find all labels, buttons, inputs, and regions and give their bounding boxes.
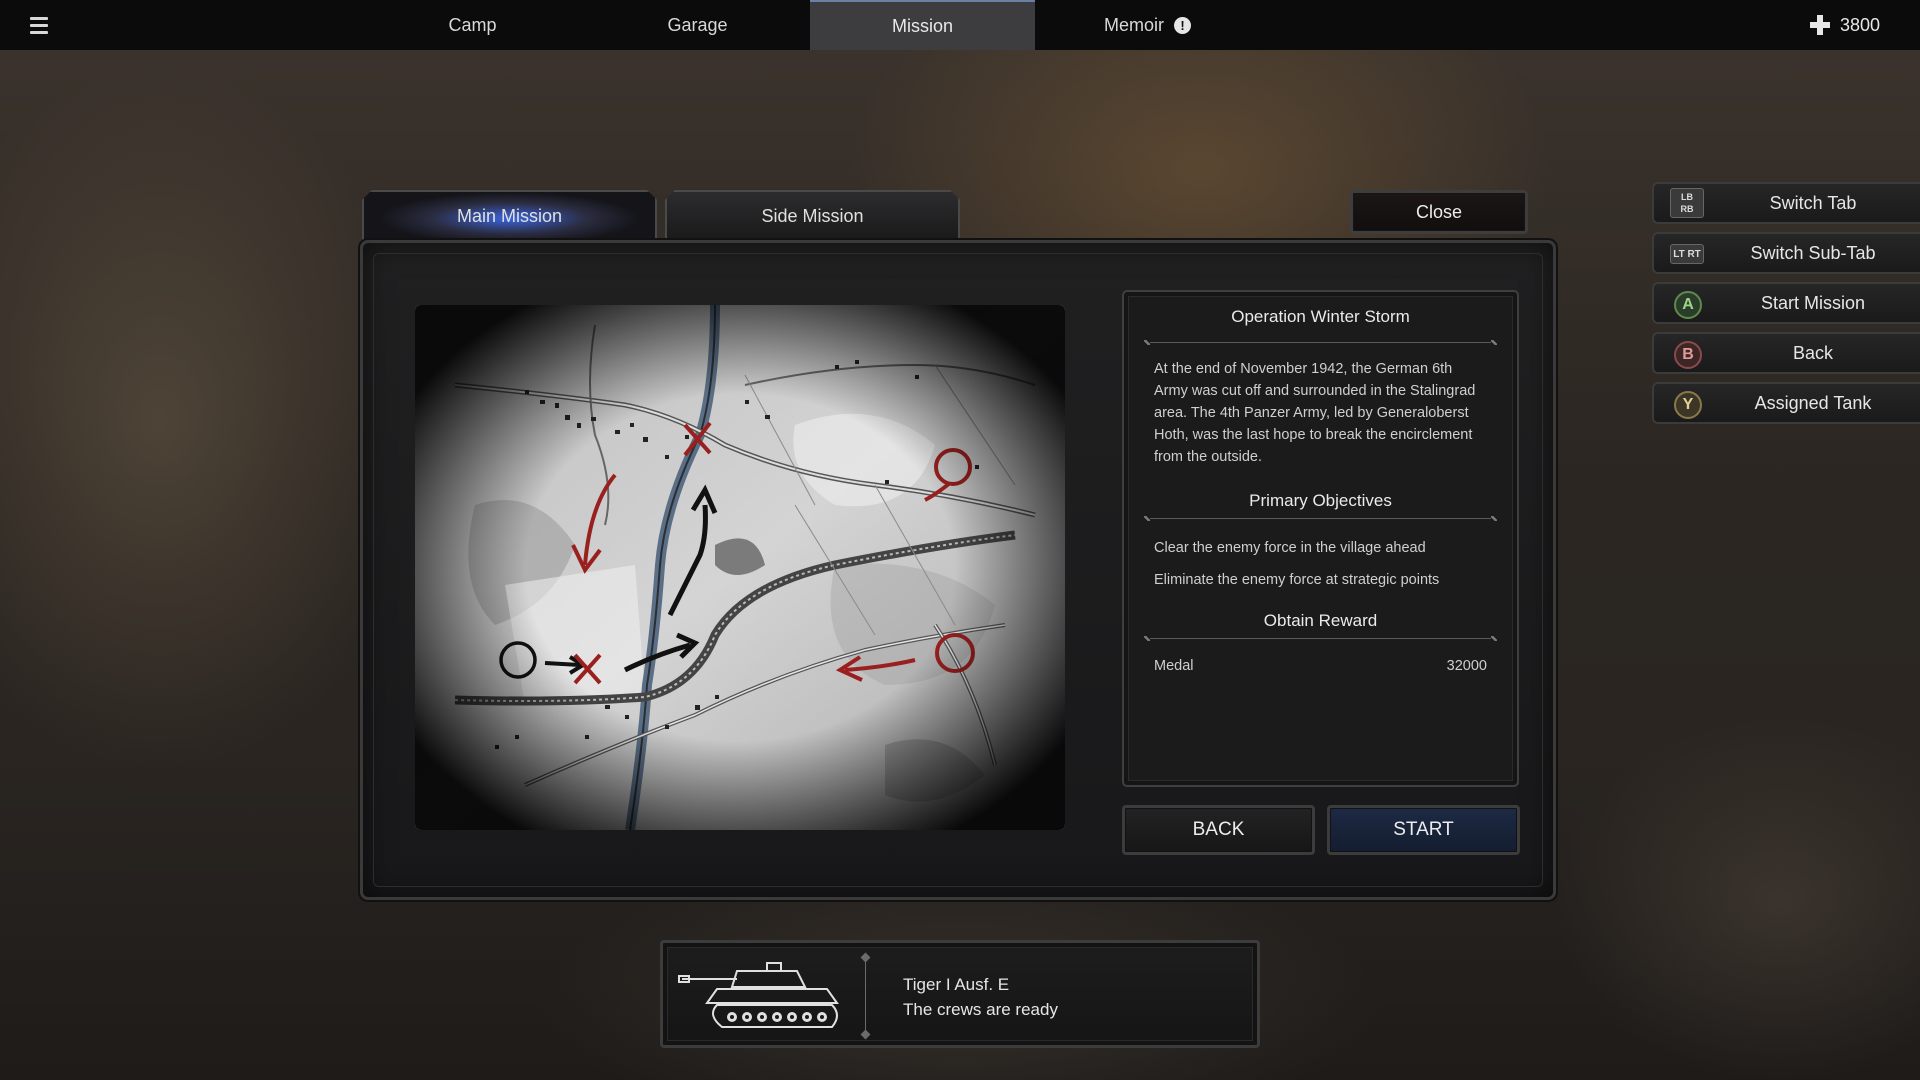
control-switch-sub-tab-label: Switch Sub-Tab xyxy=(1750,242,1876,263)
tab-side-mission-label: Side Mission xyxy=(761,205,864,226)
tiger-tank-icon xyxy=(678,962,839,1028)
objective-item: Clear the enemy force in the village ahe… xyxy=(1154,540,1426,556)
lt-rt-button-icon: LT RT xyxy=(1670,244,1704,264)
objective-item: Eliminate the enemy force at strategic p… xyxy=(1154,572,1440,588)
control-back[interactable]: B Back xyxy=(1652,332,1920,374)
close-button[interactable]: Close xyxy=(1350,190,1528,234)
tab-mission[interactable]: Mission xyxy=(810,0,1035,50)
start-button[interactable]: START xyxy=(1327,805,1520,855)
mission-info-box: Operation Winter Storm At the end of Nov… xyxy=(1122,290,1519,787)
back-button[interactable]: BACK xyxy=(1122,805,1315,855)
tab-main-mission-label: Main Mission xyxy=(456,205,563,226)
currency-value: 3800 xyxy=(1839,14,1880,35)
mission-map xyxy=(415,305,1065,830)
tab-garage-label: Garage xyxy=(667,14,728,35)
b-button-icon: B xyxy=(1674,341,1702,369)
tab-camp[interactable]: Camp xyxy=(360,0,585,50)
exclamation-icon: ! xyxy=(1174,16,1191,34)
control-switch-tab[interactable]: LB RB Switch Tab xyxy=(1652,182,1920,224)
control-assigned-tank-label: Assigned Tank xyxy=(1754,392,1872,413)
tank-divider xyxy=(865,957,866,1035)
start-button-label: START xyxy=(1393,819,1454,840)
control-start-mission-label: Start Mission xyxy=(1760,292,1866,313)
a-button-icon: A xyxy=(1674,291,1702,319)
tab-memoir-label: Memoir xyxy=(1103,14,1164,35)
mission-title: Operation Winter Storm xyxy=(1231,307,1410,326)
divider xyxy=(1144,634,1497,644)
currency-display: 3800 xyxy=(1809,0,1880,50)
assigned-tank-panel[interactable]: Tiger I Ausf. E The crews are ready xyxy=(660,940,1260,1048)
hamburger-menu-icon[interactable] xyxy=(30,12,56,38)
tank-status: The crews are ready xyxy=(903,1000,1058,1019)
reward-label: Medal xyxy=(1154,658,1194,674)
tank-name: Tiger I Ausf. E xyxy=(903,975,1010,994)
divider xyxy=(1144,338,1497,348)
tab-mission-label: Mission xyxy=(891,15,953,36)
reward-value: 32000 xyxy=(1446,658,1487,674)
main-tabs: Camp Garage Mission Memoir ! xyxy=(360,0,1260,50)
objectives-heading: Primary Objectives xyxy=(1249,491,1392,510)
control-back-label: Back xyxy=(1792,342,1834,363)
tab-side-mission[interactable]: Side Mission xyxy=(665,190,960,240)
tab-main-mission[interactable]: Main Mission xyxy=(362,190,657,240)
y-button-icon: Y xyxy=(1674,391,1702,419)
mission-map-image xyxy=(415,305,1065,830)
control-switch-tab-label: Switch Tab xyxy=(1769,192,1857,213)
iron-cross-icon xyxy=(1809,15,1830,35)
tab-camp-label: Camp xyxy=(448,14,497,35)
control-assigned-tank[interactable]: Y Assigned Tank xyxy=(1652,382,1920,424)
top-nav-bar: Camp Garage Mission Memoir ! 3800 xyxy=(0,0,1920,50)
control-switch-sub-tab[interactable]: LT RT Switch Sub-Tab xyxy=(1652,232,1920,274)
tab-garage[interactable]: Garage xyxy=(585,0,810,50)
control-start-mission[interactable]: A Start Mission xyxy=(1652,282,1920,324)
close-button-label: Close xyxy=(1415,201,1463,222)
reward-row: Medal 32000 xyxy=(1154,658,1487,674)
reward-heading: Obtain Reward xyxy=(1263,611,1378,630)
tab-memoir[interactable]: Memoir ! xyxy=(1035,0,1260,50)
divider xyxy=(1144,514,1497,524)
mission-description: At the end of November 1942, the German … xyxy=(1154,361,1476,465)
lb-rb-button-icon: LB RB xyxy=(1670,188,1704,218)
back-button-label: BACK xyxy=(1192,819,1245,840)
